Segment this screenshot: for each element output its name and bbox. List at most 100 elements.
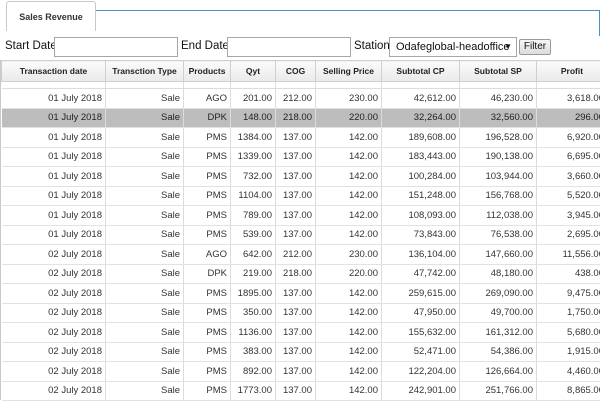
table-cell: 142.00 [316,206,382,226]
tab-underline [96,10,600,11]
column-header[interactable]: Profit [537,61,600,82]
station-select[interactable]: Odafeglobal-headoffice ▼ [389,37,517,57]
table-cell: 296.00 [537,108,600,128]
table-row[interactable]: 02 July 2018SalePMS1895.00137.00142.0025… [2,284,600,304]
table-cell: 02 July 2018 [2,303,106,323]
column-header[interactable]: Transaction date [2,61,106,82]
column-header[interactable]: Qyt [231,61,276,82]
table-cell: PMS [184,186,231,206]
table-cell: AGO [184,245,231,265]
table-cell: 52,471.00 [382,342,460,362]
column-header[interactable]: Selling Price [316,61,382,82]
table-cell: 1384.00 [231,128,276,148]
table-cell: 126,664.00 [460,362,537,382]
table-cell: 142.00 [316,128,382,148]
table-cell: 539.00 [231,225,276,245]
spacer-cell [537,82,600,89]
spacer-cell [460,82,537,89]
table-cell: 137.00 [276,128,316,148]
table-cell: 230.00 [316,245,382,265]
table-cell: 218.00 [276,264,316,284]
table-row[interactable]: 01 July 2018SaleDPK148.00218.00220.0032,… [2,108,600,128]
table-cell: 642.00 [231,245,276,265]
table-row[interactable]: 01 July 2018SalePMS1384.00137.00142.0018… [2,128,600,148]
column-header[interactable]: Products [184,61,231,82]
table-cell: 02 July 2018 [2,381,106,401]
table-row[interactable]: 02 July 2018SalePMS1773.00137.00142.0024… [2,381,600,401]
table-header-row: Transaction dateTransction TypeProductsQ… [2,61,600,82]
table-cell: Sale [106,284,184,304]
table-cell: 42,612.00 [382,89,460,109]
table-cell: PMS [184,303,231,323]
column-header[interactable]: Subtotal CP [382,61,460,82]
table-cell: 8,865.00 [537,381,600,401]
table-cell: 251,766.00 [460,381,537,401]
table-cell: 142.00 [316,147,382,167]
table-row[interactable]: 01 July 2018SalePMS539.00137.00142.0073,… [2,225,600,245]
tab-sales-revenue[interactable]: Sales Revenue [6,1,96,31]
table-row[interactable]: 02 July 2018SalePMS350.00137.00142.0047,… [2,303,600,323]
table-cell: 218.00 [276,108,316,128]
table-cell: 02 July 2018 [2,284,106,304]
table-row[interactable]: 02 July 2018SalePMS892.00137.00142.00122… [2,362,600,382]
sales-table: Transaction dateTransction TypeProductsQ… [1,60,600,401]
end-date-input[interactable] [227,37,351,57]
column-header[interactable]: Subtotal SP [460,61,537,82]
filter-button[interactable]: Filter [519,39,551,55]
table-cell: Sale [106,264,184,284]
end-date-label: End Date [181,40,229,52]
table-cell: 137.00 [276,323,316,343]
table-cell: 122,204.00 [382,362,460,382]
table-row[interactable]: 01 July 2018SalePMS732.00137.00142.00100… [2,167,600,187]
table-cell: 108,093.00 [382,206,460,226]
table-cell: Sale [106,128,184,148]
table-cell: AGO [184,89,231,109]
table-cell: 137.00 [276,303,316,323]
start-date-label: Start Date [5,40,57,52]
table-cell: Sale [106,167,184,187]
table-cell: 142.00 [316,303,382,323]
table-row[interactable]: 02 July 2018SaleAGO642.00212.00230.00136… [2,245,600,265]
table-row[interactable]: 01 July 2018SaleAGO201.00212.00230.0042,… [2,89,600,109]
table-row[interactable]: 01 July 2018SalePMS1339.00137.00142.0018… [2,147,600,167]
start-date-input[interactable] [54,37,178,57]
table-row[interactable]: 01 July 2018SalePMS789.00137.00142.00108… [2,206,600,226]
table-row[interactable]: 02 July 2018SalePMS383.00137.00142.0052,… [2,342,600,362]
table-cell: 01 July 2018 [2,128,106,148]
spacer-cell [276,82,316,89]
table-row[interactable]: 01 July 2018SalePMS1104.00137.00142.0015… [2,186,600,206]
column-header[interactable]: Transction Type [106,61,184,82]
table-cell: 5,520.00 [537,186,600,206]
table-cell: 137.00 [276,186,316,206]
table-cell: 142.00 [316,225,382,245]
table-cell: 1895.00 [231,284,276,304]
table-cell: 1,915.00 [537,342,600,362]
table-cell: 1773.00 [231,381,276,401]
table-cell: 230.00 [316,89,382,109]
table-cell: Sale [106,362,184,382]
table-cell: 47,742.00 [382,264,460,284]
table-cell: 3,618.00 [537,89,600,109]
table-cell: 2,695.00 [537,225,600,245]
table-cell: PMS [184,323,231,343]
table-cell: 3,660.00 [537,167,600,187]
table-cell: 49,700.00 [460,303,537,323]
table-row[interactable]: 02 July 2018SalePMS1136.00137.00142.0015… [2,323,600,343]
table-cell: 137.00 [276,167,316,187]
table-cell: 137.00 [276,147,316,167]
table-cell: Sale [106,186,184,206]
table-row[interactable]: 02 July 2018SaleDPK219.00218.00220.0047,… [2,264,600,284]
table-cell: 142.00 [316,186,382,206]
table-cell: 32,560.00 [460,108,537,128]
table-cell: 201.00 [231,89,276,109]
column-header[interactable]: COG [276,61,316,82]
table-cell: PMS [184,284,231,304]
table-cell: 01 July 2018 [2,225,106,245]
table-cell: 1339.00 [231,147,276,167]
table-cell: 142.00 [316,362,382,382]
table-cell: 137.00 [276,225,316,245]
table-cell: 5,680.00 [537,323,600,343]
table-spacer-row [2,82,600,89]
table-cell: 789.00 [231,206,276,226]
table-cell: 161,312.00 [460,323,537,343]
